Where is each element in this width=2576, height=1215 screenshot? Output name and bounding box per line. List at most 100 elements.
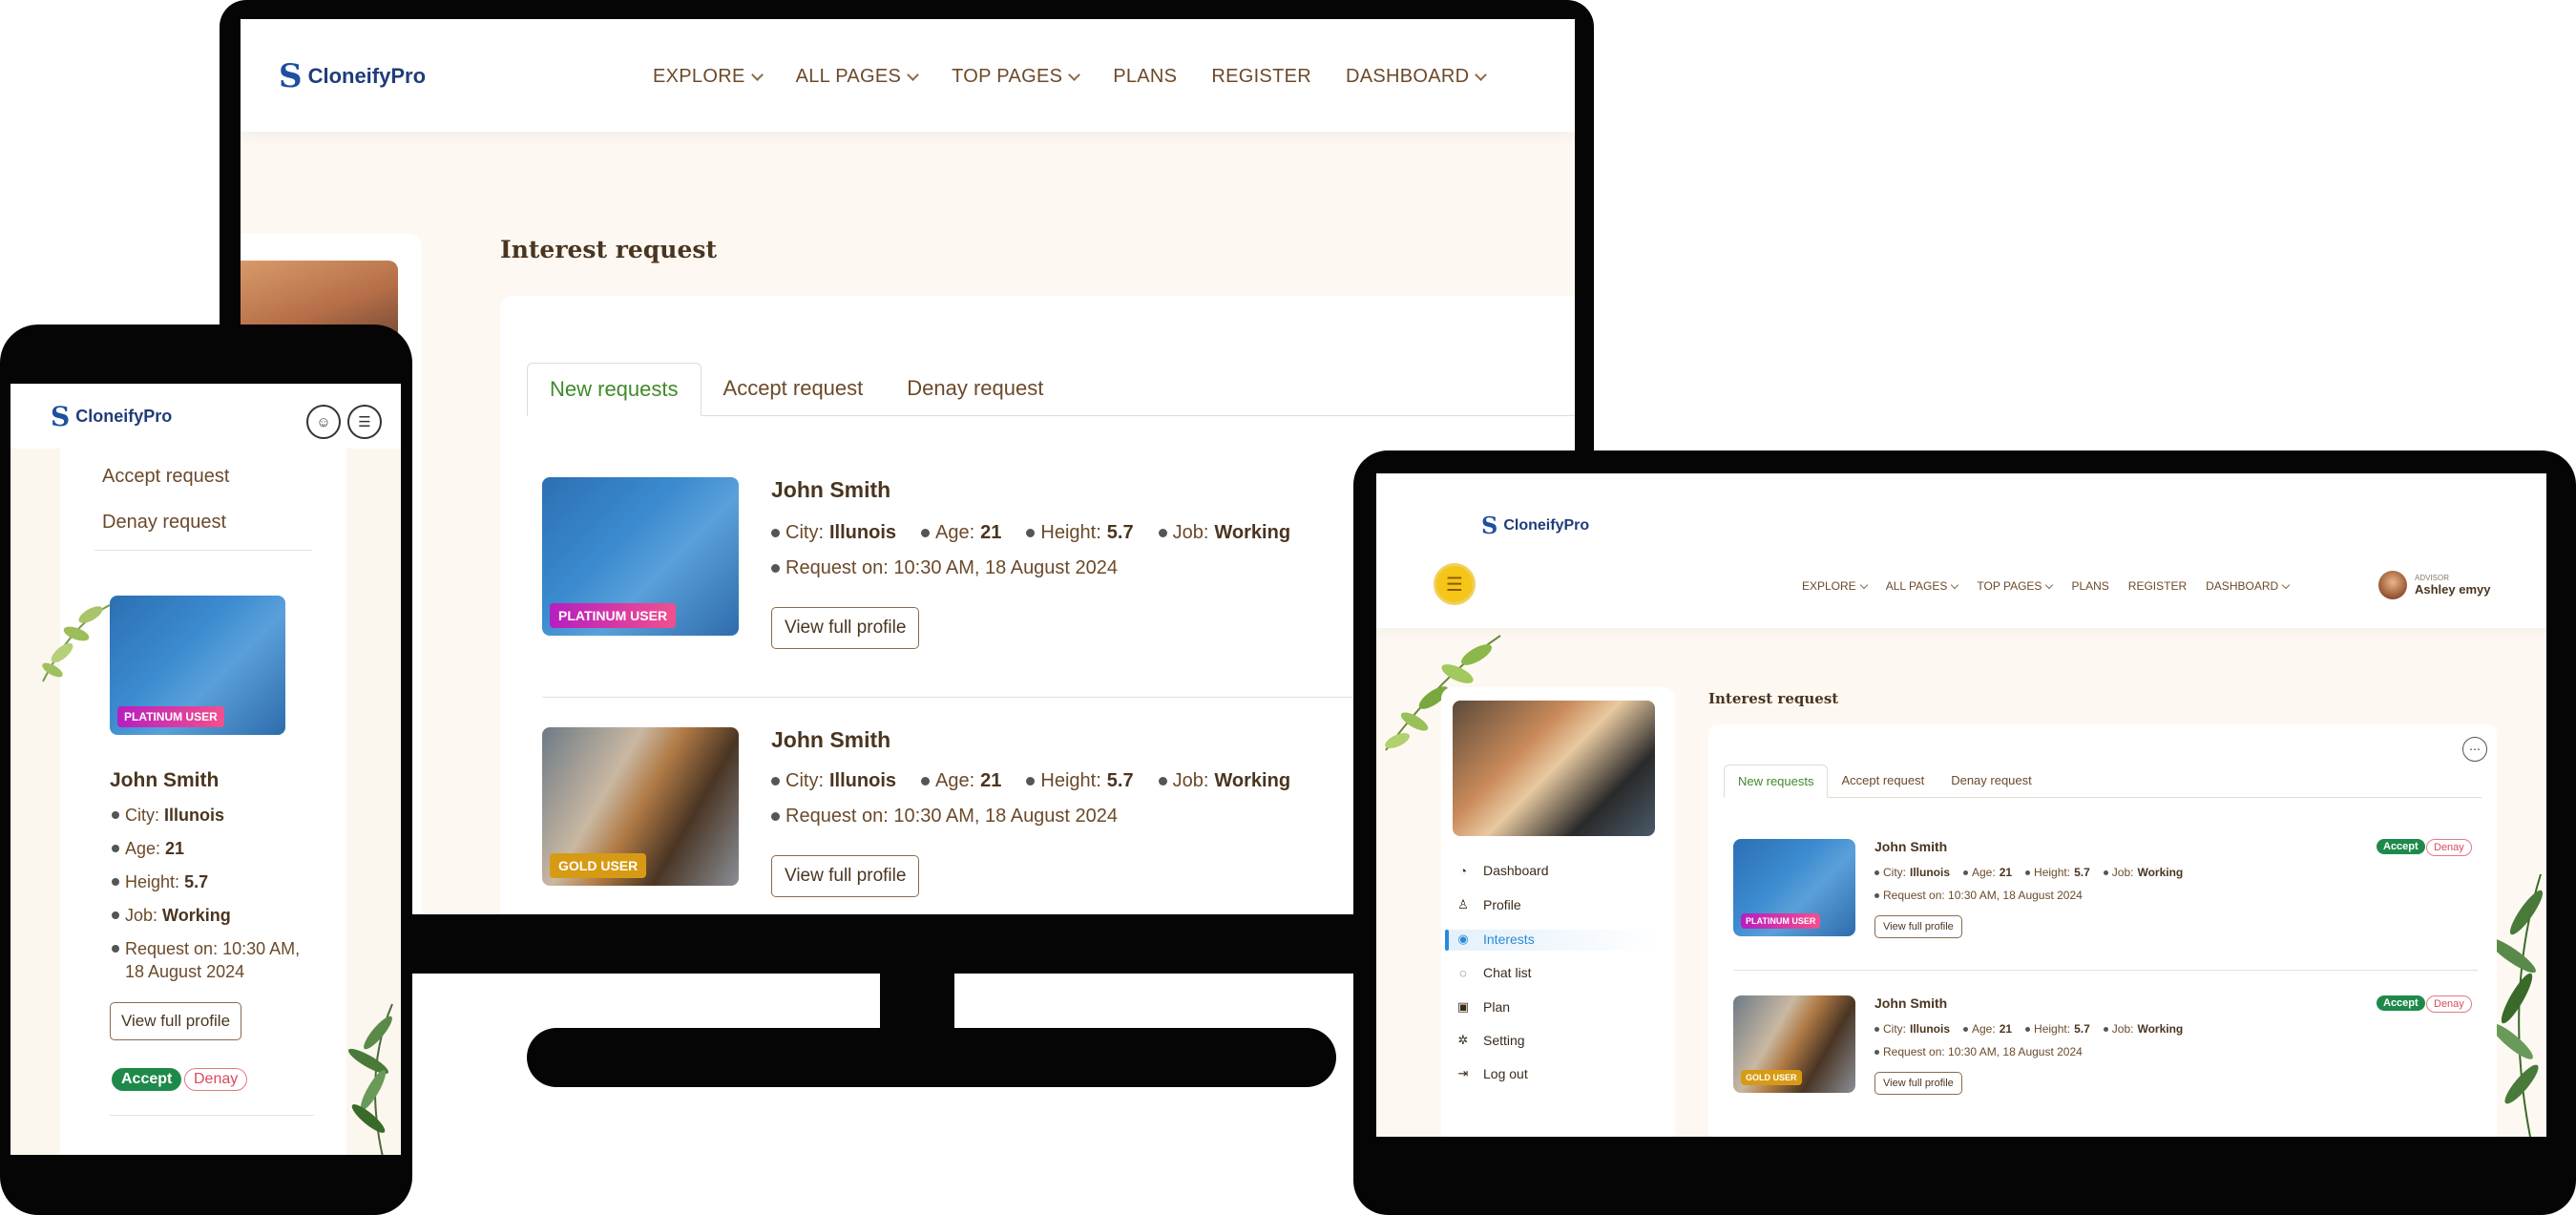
- sidebar-item-interests[interactable]: ◉ Interests: [1456, 932, 1666, 947]
- meta-label: City:: [1883, 1022, 1906, 1036]
- user-name[interactable]: John Smith: [1874, 995, 1947, 1011]
- user-name[interactable]: John Smith: [771, 477, 890, 503]
- more-options-icon[interactable]: ⋯: [2462, 737, 2487, 762]
- bullet-icon: [2103, 1026, 2108, 1032]
- user-photo[interactable]: GOLD USER: [1733, 995, 1855, 1093]
- view-full-profile-button[interactable]: View full profile: [1874, 1072, 1962, 1095]
- divider: [94, 550, 312, 551]
- brand-logo[interactable]: S CloneifyPro: [279, 57, 426, 95]
- nav-dashboard[interactable]: DASHBOARD: [2206, 579, 2291, 593]
- user-menu[interactable]: ADVISOR Ashley emyy: [2378, 571, 2491, 599]
- platinum-user-badge: PLATINUM USER: [550, 603, 677, 628]
- meta-label: Job:: [125, 906, 158, 925]
- meta-value: Illunois: [829, 522, 896, 543]
- user-name[interactable]: John Smith: [1874, 839, 1947, 854]
- gold-user-badge: GOLD USER: [550, 853, 647, 878]
- logout-icon: ⇥: [1457, 1066, 1469, 1080]
- nav-dashboard[interactable]: DASHBOARD: [1346, 66, 1488, 88]
- user-info: ADVISOR Ashley emyy: [2415, 574, 2491, 597]
- nav-register[interactable]: REGISTER: [2128, 579, 2187, 593]
- accept-button[interactable]: Accept: [112, 1068, 182, 1091]
- divider: [1733, 970, 2478, 971]
- meta-value: Working: [2137, 1022, 2184, 1036]
- request-on-line1: Request on: 10:30 AM,: [125, 939, 301, 958]
- main-nav: EXPLORE ALL PAGES TOP PAGES PLANS REGIST…: [653, 66, 1488, 88]
- meta-request-on: Request on: 10:30 AM, 18 August 2024: [1874, 1045, 2083, 1058]
- user-icon[interactable]: ☺: [306, 405, 341, 439]
- sidebar-item-chat-list[interactable]: ◌ Chat list: [1456, 965, 1666, 980]
- nav-plans[interactable]: PLANS: [1113, 66, 1177, 88]
- meta-label: Job:: [2111, 866, 2134, 879]
- accept-button[interactable]: Accept: [2377, 839, 2425, 854]
- meta-value: 5.7: [1106, 770, 1134, 791]
- brand-logo[interactable]: S CloneifyPro: [1481, 512, 1589, 539]
- nav-top-pages[interactable]: TOP PAGES: [952, 66, 1081, 88]
- sidebar-item-plan[interactable]: ▣ Plan: [1456, 999, 1666, 1015]
- nav-register[interactable]: REGISTER: [1211, 66, 1311, 88]
- mobile-screen: S CloneifyPro ☺ ☰ Accept request Denay r…: [10, 384, 401, 1155]
- deny-button[interactable]: Denay: [2426, 995, 2472, 1013]
- nav-explore[interactable]: EXPLORE: [1802, 579, 1868, 593]
- bullet-icon: [1158, 529, 1167, 537]
- deny-button[interactable]: Denay: [2426, 839, 2472, 856]
- view-full-profile-button[interactable]: View full profile: [771, 855, 920, 897]
- bullet-icon: [112, 845, 119, 852]
- tab-denay-request[interactable]: Denay request: [885, 363, 1065, 415]
- view-full-profile-button[interactable]: View full profile: [771, 607, 920, 649]
- logo-mark-icon: S: [51, 401, 71, 432]
- logo-mark-icon: S: [279, 57, 303, 95]
- user-name[interactable]: John Smith: [110, 769, 219, 792]
- deny-button[interactable]: Denay: [184, 1068, 248, 1091]
- meta-label: Age:: [935, 770, 975, 791]
- nav-plans[interactable]: PLANS: [2071, 579, 2108, 593]
- meta-age: Age: 21: [921, 522, 1001, 544]
- link-accept-request[interactable]: Accept request: [102, 466, 229, 488]
- brand-name: CloneifyPro: [1503, 516, 1590, 534]
- view-full-profile-button[interactable]: View full profile: [110, 1002, 242, 1040]
- sidebar-item-dashboard[interactable]: ◔ Dashboard: [1456, 863, 1666, 878]
- link-denay-request[interactable]: Denay request: [102, 512, 226, 534]
- brand-logo[interactable]: S CloneifyPro: [51, 401, 172, 432]
- user-photo[interactable]: PLATINUM USER: [110, 596, 285, 735]
- user-photo[interactable]: PLATINUM USER: [1733, 839, 1855, 936]
- request-date: Request on: 10:30 AM, 18 August 2024: [771, 557, 1118, 579]
- user-name[interactable]: John Smith: [771, 727, 890, 753]
- sidebar-item-profile[interactable]: ♙ Profile: [1456, 897, 1666, 912]
- user-role: ADVISOR: [2415, 574, 2450, 582]
- meta-label: Height:: [1040, 770, 1101, 791]
- site-header: S CloneifyPro EXPLORE ALL PAGES TOP PAGE…: [241, 19, 1575, 132]
- sidebar-item-setting[interactable]: ✲ Setting: [1456, 1033, 1666, 1048]
- request-tabs: New requests Accept request Denay reques…: [1724, 765, 2482, 798]
- hamburger-menu-icon[interactable]: ☰: [1434, 563, 1476, 605]
- meta-age: Age: 21: [112, 837, 322, 860]
- nav-top-pages[interactable]: TOP PAGES: [1977, 579, 2054, 593]
- tab-denay-request[interactable]: Denay request: [1937, 765, 2045, 797]
- meta-value: 21: [980, 522, 1002, 543]
- nav-explore[interactable]: EXPLORE: [653, 66, 764, 88]
- tab-new-requests[interactable]: New requests: [1724, 765, 1829, 798]
- leaf-decoration: [42, 604, 111, 682]
- bullet-icon: [921, 529, 930, 537]
- view-full-profile-button[interactable]: View full profile: [1874, 915, 1962, 938]
- plan-icon: ▣: [1456, 999, 1470, 1014]
- sidebar-item-log-out[interactable]: ⇥ Log out: [1456, 1066, 1666, 1081]
- user-photo[interactable]: PLATINUM USER: [542, 477, 739, 636]
- nav-all-pages[interactable]: ALL PAGES: [796, 66, 920, 88]
- menu-icon[interactable]: ☰: [347, 405, 382, 439]
- meta-value: 5.7: [184, 872, 209, 891]
- tab-accept-request[interactable]: Accept request: [1828, 765, 1937, 797]
- user-photo[interactable]: GOLD USER: [542, 727, 739, 886]
- tab-accept-request[interactable]: Accept request: [702, 363, 886, 415]
- nav-all-pages-label: ALL PAGES: [1885, 579, 1948, 593]
- chevron-down-icon: [1068, 68, 1081, 81]
- request-tabs: New requests Accept request Denay reques…: [527, 363, 1575, 416]
- platinum-user-badge: PLATINUM USER: [117, 706, 224, 727]
- bullet-icon: [1026, 529, 1036, 537]
- tab-new-requests[interactable]: New requests: [527, 363, 702, 416]
- accept-button[interactable]: Accept: [2377, 995, 2425, 1011]
- meta-label: Height:: [125, 872, 180, 891]
- divider: [110, 1115, 314, 1116]
- meta-value: Illunois: [164, 806, 225, 825]
- nav-all-pages[interactable]: ALL PAGES: [1885, 579, 1959, 593]
- nav-register-label: REGISTER: [1211, 66, 1311, 87]
